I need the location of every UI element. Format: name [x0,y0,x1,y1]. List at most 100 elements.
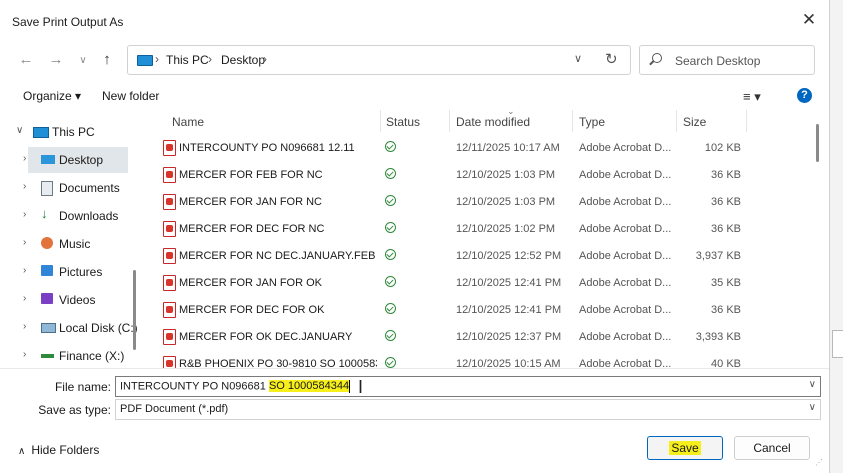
save-type-value: PDF Document (*.pdf) [120,403,229,415]
chevron-right-icon[interactable]: › [23,209,26,220]
file-type: Adobe Acrobat D... [579,277,672,289]
save-button-label: Save [669,441,701,455]
sidebar-item-desktop[interactable]: › Desktop [23,147,128,173]
address-bar[interactable]: › This PC › Desktop › ∨ ↻ [127,45,631,75]
back-icon[interactable]: ← [16,51,36,68]
sidebar-item-label: Desktop [59,153,104,167]
file-row[interactable]: MERCER FOR DEC FOR NC 12/10/2025 1:02 PM… [142,216,829,243]
file-date: 12/10/2025 12:52 PM [456,250,562,262]
sidebar-item-this-pc[interactable]: ∨ This PC [0,119,134,145]
file-size: 3,937 KB [695,250,741,262]
organize-button[interactable]: Organize ▾ [23,89,81,103]
new-folder-button[interactable]: New folder [102,89,159,103]
title-bar: Save Print Output As ✕ [0,0,829,36]
chevron-right-icon[interactable]: › [23,153,26,164]
file-date: 12/10/2025 12:41 PM [456,304,562,316]
address-dropdown-icon[interactable]: ∨ [574,52,582,65]
save-type-dropdown-icon[interactable]: ∨ [809,402,816,413]
file-row[interactable]: R&B PHOENIX PO 30-9810 SO 10005830... 12… [142,351,829,368]
sidebar-item-documents[interactable]: › Documents [0,175,134,201]
chevron-right-icon[interactable]: › [23,237,26,248]
file-row[interactable]: INTERCOUNTY PO N096681 12.11 12/11/2025 … [142,135,829,162]
breadcrumb-separator: › [155,52,159,66]
up-icon[interactable]: ↑ [97,51,117,68]
cancel-button[interactable]: Cancel [734,436,810,460]
file-name: MERCER FOR NC DEC.JANUARY.FEB [179,250,376,262]
chevron-right-icon[interactable]: › [23,293,26,304]
pdf-file-icon [163,221,176,237]
column-size[interactable]: Size [683,115,706,129]
file-row[interactable]: MERCER FOR NC DEC.JANUARY.FEB 12/10/2025… [142,243,829,270]
sidebar-item-label: Local Disk (C:) [59,321,138,335]
command-bar: Organize ▾ New folder ≡ ▾ ? [0,84,829,108]
sidebar-item-music[interactable]: › Music [0,231,134,257]
pictures-icon [41,265,53,276]
hide-folders-button[interactable]: ∧ Hide Folders [18,443,99,457]
breadcrumb-desktop[interactable]: Desktop [221,53,265,67]
sidebar-scrollbar[interactable] [133,270,136,350]
resize-grip-icon[interactable]: ⋰ [815,458,825,468]
sidebar-item-pictures[interactable]: › Pictures [0,259,134,285]
close-icon[interactable]: ✕ [799,10,819,30]
file-size: 36 KB [711,304,741,316]
save-type-select[interactable]: PDF Document (*.pdf) ∨ [115,399,821,420]
column-name[interactable]: Name [172,115,204,129]
column-divider[interactable] [449,110,450,132]
file-name-input[interactable]: INTERCOUNTY PO N096681 SO 1000584344 ∨ [115,376,821,397]
breadcrumb-separator: › [263,52,267,66]
file-date: 12/10/2025 12:41 PM [456,277,562,289]
navigation-pane: ∨ This PC › Desktop › Documents › ↓ Down… [0,110,138,366]
sync-status-icon [385,276,396,287]
breadcrumb-this-pc[interactable]: This PC [166,53,209,67]
refresh-icon[interactable]: ↻ [605,50,618,68]
sidebar-item-downloads[interactable]: › ↓ Downloads [0,203,134,229]
chevron-down-icon[interactable]: ∨ [16,125,23,136]
sync-status-icon [385,168,396,179]
file-list-scrollbar[interactable] [816,124,819,162]
network-drive-icon [41,354,54,358]
chevron-right-icon[interactable]: › [23,321,26,332]
file-row[interactable]: MERCER FOR JAN FOR NC 12/10/2025 1:03 PM… [142,189,829,216]
file-type: Adobe Acrobat D... [579,223,672,235]
file-size: 102 KB [704,142,741,154]
file-name: INTERCOUNTY PO N096681 12.11 [179,142,355,154]
file-name: MERCER FOR JAN FOR NC [179,196,322,208]
chevron-right-icon[interactable]: › [23,181,26,192]
save-button[interactable]: Save [647,436,723,460]
search-placeholder: Search Desktop [675,54,761,68]
sidebar-item-videos[interactable]: › Videos [0,287,134,313]
file-row[interactable]: MERCER FOR OK DEC.JANUARY 12/10/2025 12:… [142,324,829,351]
file-row[interactable]: MERCER FOR JAN FOR OK 12/10/2025 12:41 P… [142,270,829,297]
column-divider[interactable] [676,110,677,132]
file-name-dropdown-icon[interactable]: ∨ [809,379,816,390]
view-options-icon[interactable]: ≡ ▾ [743,89,761,105]
background-control [832,330,843,358]
pdf-file-icon [163,167,176,183]
pdf-file-icon [163,329,176,345]
pc-icon [137,55,153,66]
file-row[interactable]: MERCER FOR FEB FOR NC 12/10/2025 1:03 PM… [142,162,829,189]
sidebar-item-label: Downloads [59,209,119,223]
file-list: Name Status ⌄ Date modified Type Size IN… [142,110,829,368]
forward-icon[interactable]: → [46,51,66,68]
sidebar-item-finance[interactable]: › Finance (X:) [0,343,134,366]
sidebar-item-label: Videos [59,293,96,307]
column-type[interactable]: Type [579,115,605,129]
help-icon[interactable]: ? [797,88,812,103]
file-size: 40 KB [711,358,741,368]
file-row[interactable]: MERCER FOR DEC FOR OK 12/10/2025 12:41 P… [142,297,829,324]
text-caret [349,380,351,393]
sidebar-item-local-disk[interactable]: › Local Disk (C:) [0,315,138,341]
column-date-modified[interactable]: Date modified [456,115,530,129]
column-divider[interactable] [746,110,747,132]
search-input[interactable]: Search Desktop [639,45,815,75]
column-status[interactable]: Status [386,115,420,129]
chevron-right-icon[interactable]: › [23,349,26,360]
recent-locations-icon[interactable]: ∨ [73,55,93,66]
sync-status-icon [385,249,396,260]
column-divider[interactable] [572,110,573,132]
pc-icon [33,127,49,138]
file-date: 12/11/2025 10:17 AM [456,142,560,154]
chevron-right-icon[interactable]: › [23,265,26,276]
column-divider[interactable] [380,110,381,132]
